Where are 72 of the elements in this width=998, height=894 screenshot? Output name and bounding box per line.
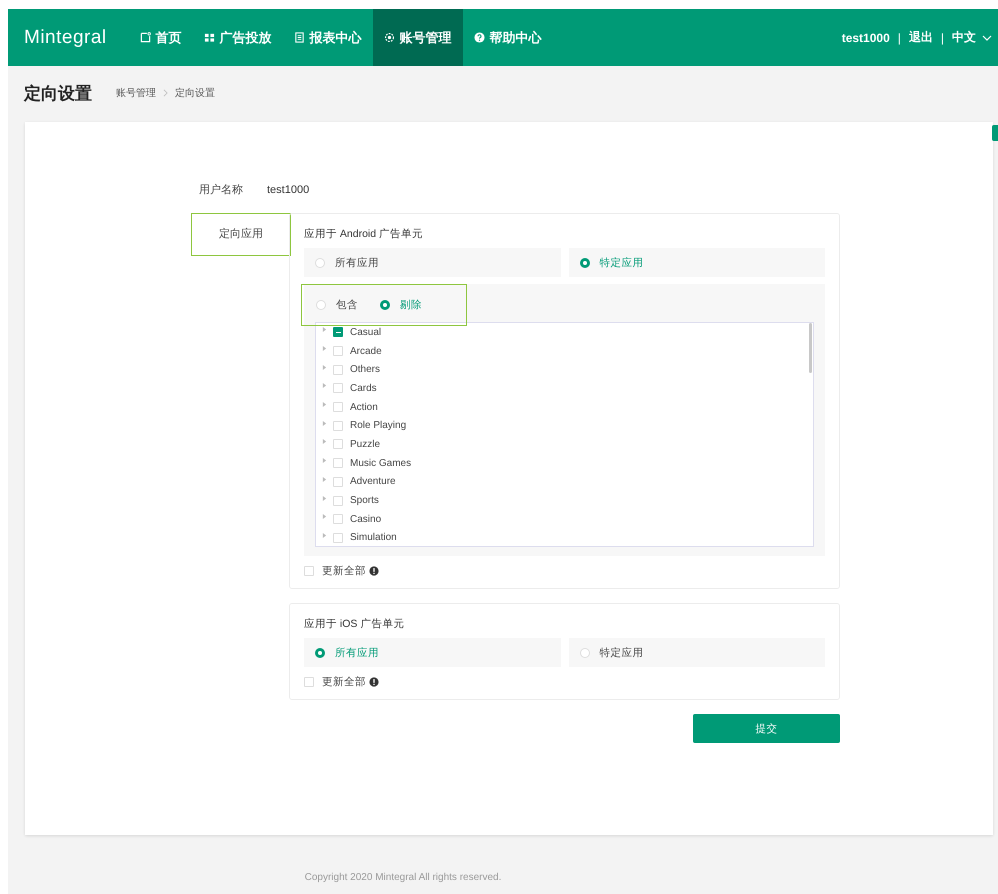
- radio-label: 所有应用: [335, 646, 379, 660]
- category-label: Action: [350, 402, 378, 413]
- radio-label: 所有应用: [335, 256, 379, 270]
- breadcrumb-item: 定向设置: [175, 86, 215, 100]
- page-icon: [140, 32, 151, 43]
- copyright-text: Copyright 2020 Mintegral All rights reserved.: [304, 872, 502, 883]
- radio-label: 包含: [336, 298, 358, 312]
- expand-arrow-icon[interactable]: [322, 364, 327, 371]
- radio-label: 剔除: [400, 298, 422, 312]
- side-tab[interactable]: [992, 125, 998, 141]
- category-label: Role Playing: [350, 420, 406, 432]
- radio-label: 特定应用: [600, 256, 644, 270]
- category-label: Others: [350, 364, 380, 376]
- nav-item[interactable]: 首页: [128, 9, 193, 66]
- checkbox-label: 更新全部: [322, 564, 366, 578]
- separator: |: [940, 30, 944, 44]
- separator: |: [898, 30, 901, 44]
- category-label: Sports: [350, 495, 379, 506]
- category-label: Simulation: [350, 532, 397, 544]
- logo[interactable]: Mintegral: [8, 9, 129, 66]
- expand-arrow-icon[interactable]: [322, 513, 327, 520]
- category-label: Casino: [350, 514, 382, 525]
- logout-link[interactable]: 退出: [908, 29, 933, 46]
- chevron-right-icon: [163, 89, 168, 97]
- page-title: 定向设置: [24, 82, 92, 104]
- grid-icon: [204, 32, 215, 43]
- category-label: Casual: [350, 326, 382, 338]
- checkbox[interactable]: [333, 327, 343, 338]
- radio-label: 特定应用: [600, 646, 644, 660]
- expand-arrow-icon[interactable]: [322, 382, 327, 390]
- document-icon: [294, 32, 305, 43]
- expand-arrow-icon[interactable]: [322, 326, 327, 334]
- checkbox-label: 更新全部: [322, 675, 366, 689]
- nav-item[interactable]: 账号管理: [372, 9, 463, 66]
- radio-option[interactable]: 所有应用: [304, 638, 560, 667]
- category-label: Puzzle: [350, 438, 380, 450]
- radio-option[interactable]: 所有应用: [304, 248, 560, 277]
- exclamation-icon[interactable]: [369, 677, 379, 687]
- username[interactable]: test1000: [842, 30, 890, 44]
- radio-option[interactable]: 特定应用: [568, 638, 825, 667]
- username-value: test1000: [267, 184, 310, 196]
- radio-button[interactable]: [580, 258, 590, 268]
- scrollbar-thumb[interactable]: [809, 323, 812, 373]
- expand-arrow-icon[interactable]: [322, 476, 327, 483]
- help-icon: [474, 32, 485, 43]
- radio-button[interactable]: [315, 648, 325, 658]
- radio-button[interactable]: [380, 300, 390, 310]
- breadcrumb-item[interactable]: 账号管理: [116, 86, 156, 100]
- nav-item[interactable]: 广告投放: [192, 9, 283, 66]
- panel-title: 应用于 Android 广告单元: [304, 227, 424, 242]
- settings-icon: [384, 32, 395, 43]
- panel-title: 应用于 iOS 广告单元: [304, 617, 406, 632]
- field-label: 用户名称: [198, 182, 244, 197]
- category-label: Adventure: [350, 476, 396, 488]
- expand-arrow-icon[interactable]: [322, 401, 327, 408]
- chevron-down-icon: [982, 34, 992, 40]
- field-label: 定向应用: [191, 213, 291, 256]
- nav-item[interactable]: 帮助中心: [462, 9, 553, 66]
- category-label: Music Games: [350, 458, 412, 469]
- language-dropdown[interactable]: 中文: [952, 29, 992, 46]
- expand-arrow-icon[interactable]: [322, 457, 327, 464]
- category-label: Cards: [350, 382, 377, 394]
- expand-arrow-icon[interactable]: [322, 438, 327, 446]
- submit-button[interactable]: 提交: [693, 714, 840, 743]
- expand-arrow-icon[interactable]: [322, 532, 327, 539]
- nav-item[interactable]: 报表中心: [282, 9, 373, 66]
- radio-option[interactable]: 特定应用: [568, 248, 825, 277]
- category-label: Arcade: [350, 346, 382, 357]
- expand-arrow-icon[interactable]: [322, 420, 327, 427]
- expand-arrow-icon[interactable]: [322, 345, 327, 352]
- exclamation-icon[interactable]: [369, 566, 379, 576]
- expand-arrow-icon[interactable]: [322, 494, 327, 502]
